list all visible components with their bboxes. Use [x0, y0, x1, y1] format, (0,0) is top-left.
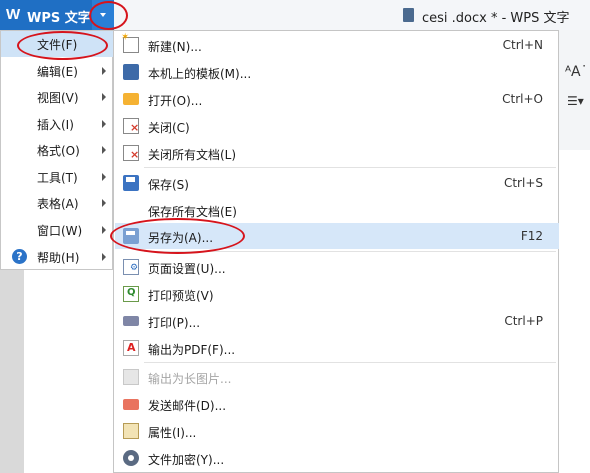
page-margin-area — [0, 270, 114, 473]
main-menu-item-8[interactable]: ? 帮助(H) — [1, 244, 113, 270]
close-doc-icon — [123, 118, 139, 134]
shortcut-label: Ctrl+N — [502, 38, 543, 52]
file-menu-item-label: 关闭(C) — [148, 121, 190, 135]
file-menu-item-13[interactable]: 发送邮件(D)... — [115, 391, 559, 417]
long-image-icon — [123, 369, 139, 385]
shortcut-label: F12 — [520, 229, 543, 243]
file-menu-item-15[interactable]: 文件加密(Y)... — [115, 445, 559, 471]
window-title: cesi .docx * - WPS 文字 — [422, 11, 570, 26]
main-menu-item-1[interactable]: 编辑(E) — [1, 58, 113, 84]
properties-icon — [123, 423, 139, 439]
file-menu-item-label: 新建(N)... — [148, 40, 202, 54]
file-menu-item-2[interactable]: 打开(O)... Ctrl+O — [115, 86, 559, 112]
file-menu-item-label: 页面设置(U)... — [148, 262, 226, 276]
file-menu-item-label: 属性(I)... — [148, 426, 197, 440]
file-menu-item-label: 打开(O)... — [148, 94, 203, 108]
chevron-right-icon — [102, 146, 106, 154]
menu-separator — [144, 167, 556, 168]
file-menu-item-14[interactable]: 属性(I)... — [115, 418, 559, 444]
file-menu-item-5[interactable]: 保存(S) Ctrl+S — [115, 170, 559, 196]
chevron-right-icon — [102, 253, 106, 261]
file-menu-item-12: 输出为长图片... — [115, 364, 559, 390]
file-menu-item-label: 输出为PDF(F)... — [148, 343, 236, 357]
shortcut-label: Ctrl+S — [503, 176, 543, 190]
open-folder-icon — [123, 93, 139, 105]
pdf-icon — [123, 340, 139, 356]
file-menu-item-4[interactable]: 关闭所有文档(L) — [115, 140, 559, 166]
annotation-ring-save-as — [110, 218, 245, 254]
shortcut-label: Ctrl+O — [502, 92, 543, 106]
main-menu-item-label: 视图(V) — [37, 91, 79, 105]
app-menu-button[interactable]: W WPS 文字 — [0, 0, 92, 30]
main-menu-item-label: 帮助(H) — [37, 251, 80, 265]
font-size-icon[interactable]: ᴬA˙ — [565, 64, 588, 80]
chevron-right-icon — [102, 173, 106, 181]
main-menu-item-7[interactable]: 窗口(W) — [1, 217, 113, 243]
main-menu: 文件(F) 编辑(E) 视图(V) 插入(I) 格式(O) 工具(T) 表格(A) 窗口(W)… — [0, 30, 113, 270]
template-icon — [123, 64, 139, 80]
page-edge — [24, 270, 114, 473]
encrypt-icon — [123, 450, 139, 466]
print-preview-icon — [123, 286, 139, 302]
page-setup-icon — [123, 259, 139, 275]
annotation-ring-file-menu — [17, 31, 108, 60]
main-menu-item-2[interactable]: 视图(V) — [1, 84, 113, 110]
file-menu-item-8[interactable]: 页面设置(U)... — [115, 254, 559, 280]
file-menu-item-label: 本机上的模板(M)... — [148, 67, 252, 81]
main-menu-item-label: 窗口(W) — [37, 224, 83, 238]
close-all-icon — [123, 145, 139, 161]
new-doc-icon — [121, 32, 139, 53]
main-menu-item-3[interactable]: 插入(I) — [1, 111, 113, 137]
file-menu-item-label: 打印(P)... — [148, 316, 201, 330]
chevron-right-icon — [102, 199, 106, 207]
file-menu-item-label: 发送邮件(D)... — [148, 399, 227, 413]
chevron-right-icon — [102, 120, 106, 128]
file-menu-item-10[interactable]: 打印(P)... Ctrl+P — [115, 308, 559, 334]
mail-icon — [123, 399, 139, 410]
main-menu-item-label: 格式(O) — [37, 144, 80, 158]
main-menu-item-6[interactable]: 表格(A) — [1, 190, 113, 216]
main-menu-item-label: 工具(T) — [37, 171, 78, 185]
annotation-ring-dropdown-arrow — [89, 1, 128, 30]
main-menu-item-4[interactable]: 格式(O) — [1, 137, 113, 163]
main-menu-item-label: 编辑(E) — [37, 65, 78, 79]
help-icon: ? — [12, 249, 27, 264]
file-menu-item-label: 保存(S) — [148, 178, 189, 192]
file-menu-item-1[interactable]: 本机上的模板(M)... — [115, 59, 559, 85]
printer-icon — [123, 316, 139, 326]
main-menu-item-5[interactable]: 工具(T) — [1, 164, 113, 190]
shortcut-label: Ctrl+P — [504, 314, 543, 328]
main-menu-item-label: 插入(I) — [37, 118, 74, 132]
app-name: WPS 文字 — [27, 11, 91, 26]
file-menu-item-label: 输出为长图片... — [148, 372, 232, 386]
paragraph-icon[interactable]: ☰▾ — [567, 94, 584, 108]
file-menu-item-9[interactable]: 打印预览(V) — [115, 281, 559, 307]
file-menu-item-label: 打印预览(V) — [148, 289, 214, 303]
chevron-right-icon — [102, 226, 106, 234]
wps-logo-icon: W — [6, 6, 21, 23]
file-menu-item-label: 关闭所有文档(L) — [148, 148, 237, 162]
file-menu-item-0[interactable]: 新建(N)... Ctrl+N — [115, 32, 559, 58]
chevron-right-icon — [102, 67, 106, 75]
menu-separator — [144, 362, 556, 363]
file-menu-item-label: 保存所有文档(E) — [148, 205, 237, 219]
file-menu-item-11[interactable]: 输出为PDF(F)... — [115, 335, 559, 361]
formatting-toolbar-fragment: ᴬA˙ ☰▾ — [558, 30, 590, 150]
main-menu-item-label: 表格(A) — [37, 197, 79, 211]
chevron-right-icon — [102, 93, 106, 101]
save-icon — [123, 175, 139, 191]
file-menu-item-label: 文件加密(Y)... — [148, 453, 225, 467]
file-menu-item-3[interactable]: 关闭(C) — [115, 113, 559, 139]
